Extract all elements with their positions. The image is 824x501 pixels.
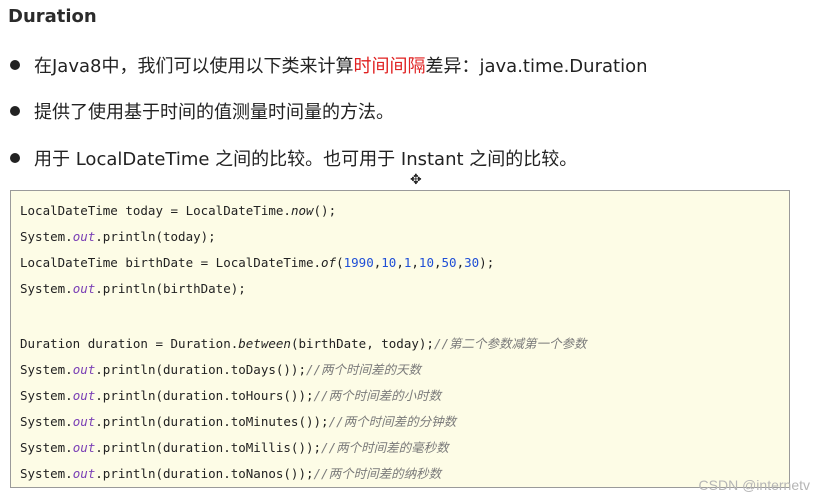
code-line: LocalDateTime today = LocalDateTime.now(… bbox=[20, 203, 337, 218]
bullet-text: 提供了使用基于时间的值测量时间量的方法。 bbox=[34, 102, 394, 123]
move-cursor-icon: ✥ bbox=[410, 172, 422, 188]
code-line: LocalDateTime birthDate = LocalDateTime.… bbox=[20, 255, 495, 270]
bullet-dot-icon bbox=[10, 106, 20, 116]
bullet-item: 用于 LocalDateTime 之间的比较。也可用于 Instant 之间的比… bbox=[10, 145, 577, 171]
code-line: System.out.println(duration.toMinutes())… bbox=[20, 414, 457, 429]
bullet-dot-icon bbox=[10, 153, 20, 163]
code-line: System.out.println(duration.toHours());/… bbox=[20, 388, 442, 403]
code-line: System.out.println(duration.toDays());//… bbox=[20, 362, 422, 377]
bullet-text: 在Java8中，我们可以使用以下类来计算 bbox=[34, 56, 354, 77]
page-title: Duration bbox=[8, 6, 97, 27]
bullet-item: 在Java8中，我们可以使用以下类来计算时间间隔差异：java.time.Dur… bbox=[10, 52, 648, 78]
highlight-text: 时间间隔 bbox=[353, 56, 426, 77]
code-block: LocalDateTime today = LocalDateTime.now(… bbox=[10, 190, 790, 488]
watermark: CSDN @internetv bbox=[698, 477, 810, 493]
bullet-text: 差异：java.time.Duration bbox=[425, 56, 648, 77]
bullet-dot-icon bbox=[10, 60, 20, 70]
bullet-text: 用于 LocalDateTime 之间的比较。也可用于 Instant 之间的比… bbox=[34, 149, 578, 170]
bullet-item: 提供了使用基于时间的值测量时间量的方法。 bbox=[10, 98, 394, 124]
code-line: System.out.println(today); bbox=[20, 229, 216, 244]
code-line: Duration duration = Duration.between(bir… bbox=[20, 336, 587, 351]
code-line: System.out.println(duration.toMillis());… bbox=[20, 440, 449, 455]
code-line: System.out.println(duration.toNanos());/… bbox=[20, 466, 442, 481]
code-line: System.out.println(birthDate); bbox=[20, 281, 246, 296]
